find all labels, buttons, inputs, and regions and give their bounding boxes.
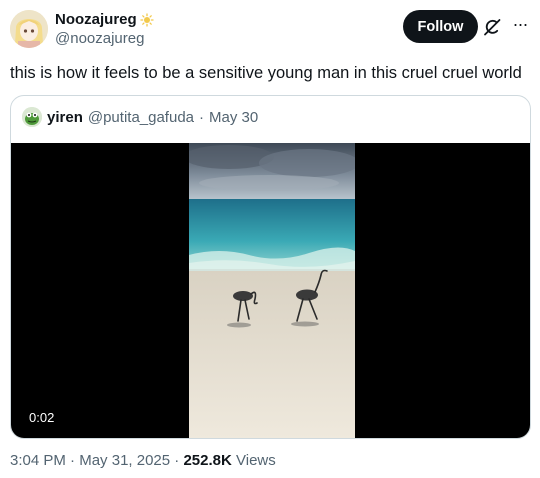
- tweet-text: this is how it feels to be a sensitive y…: [10, 64, 522, 82]
- quote-handle[interactable]: @putita_gafuda: [88, 109, 194, 126]
- tweet-meta: 3:04 PM · May 31, 2025 · 252.8K Views: [10, 452, 276, 469]
- tweet-date[interactable]: May 31, 2025: [79, 452, 170, 469]
- meta-separator-2: ·: [174, 452, 180, 469]
- views-count: 252.8K: [183, 452, 232, 469]
- author-name-row: Noozajureg: [55, 11, 154, 28]
- meta-separator: ·: [70, 452, 76, 469]
- more-icon[interactable]: ···: [510, 15, 530, 37]
- sun-emoji-icon: [140, 12, 154, 27]
- follow-button[interactable]: Follow: [403, 10, 478, 43]
- video-timestamp: 0:02: [23, 407, 61, 428]
- quote-tweet-card[interactable]: yiren @putita_gafuda · May 30 0:02: [10, 95, 531, 439]
- author-display-name[interactable]: Noozajureg: [55, 11, 137, 28]
- author-avatar[interactable]: [10, 10, 48, 48]
- quote-display-name[interactable]: yiren: [47, 109, 83, 126]
- quote-date[interactable]: May 30: [209, 109, 258, 126]
- quote-header: yiren @putita_gafuda · May 30: [22, 106, 258, 128]
- quote-video[interactable]: 0:02: [11, 143, 530, 438]
- quote-author-avatar[interactable]: [22, 107, 42, 127]
- quote-separator: ·: [199, 108, 205, 126]
- video-frame: [189, 143, 355, 438]
- tweet-time[interactable]: 3:04 PM: [10, 452, 66, 469]
- author-handle[interactable]: @noozajureg: [55, 30, 144, 47]
- tweet-header: Noozajureg @noozajureg Follow ···: [10, 8, 532, 48]
- grok-icon[interactable]: [482, 17, 502, 37]
- views-label: Views: [236, 452, 276, 469]
